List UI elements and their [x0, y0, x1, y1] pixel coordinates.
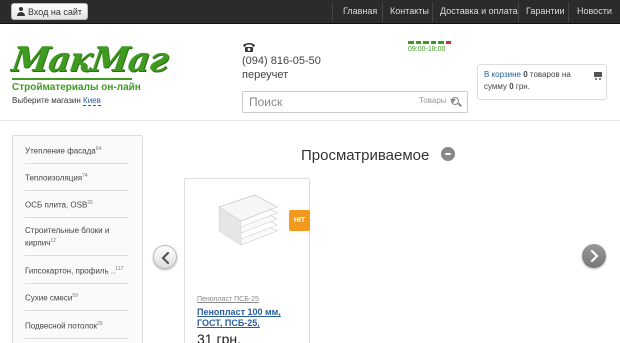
search-input[interactable] — [243, 95, 403, 109]
top-bar: Вход на сайт Главная Контакты Доставка и… — [0, 0, 620, 24]
sidebar-item-label: Гипсокартон, профиль .. — [25, 266, 116, 276]
cart-currency: грн. — [515, 82, 530, 91]
sidebar-item-suspended-ceiling[interactable]: Подвесной потолок29 — [25, 319, 128, 339]
sidebar-item-facade-insulation[interactable]: Утепление фасада64 — [25, 144, 128, 164]
site-logo[interactable]: МакМаг — [9, 40, 170, 80]
sidebar-item-thermal-insulation[interactable]: Теплоизоляция74 — [25, 171, 128, 191]
nav-divider — [332, 2, 333, 22]
product-image[interactable] — [215, 191, 279, 255]
sidebar-item-count: 26 — [87, 200, 93, 206]
nav-link-home[interactable]: Главная — [343, 6, 377, 16]
product-price: 31 грн. — [197, 331, 241, 343]
nav-link-contacts[interactable]: Контакты — [390, 6, 429, 16]
phone-number[interactable]: (094) 816-05-50 — [242, 55, 321, 67]
sidebar-item-count: 59 — [72, 293, 78, 299]
product-name-link[interactable]: Пенопласт 100 мм, ГОСТ, ПСБ-25, — [197, 307, 297, 329]
sidebar-item-count: 12 — [50, 238, 56, 244]
sidebar-item-label: Теплоизоляция — [25, 173, 83, 183]
sidebar-item-label: Утепление фасада — [25, 146, 96, 156]
category-sidebar: Утепление фасада64 Теплоизоляция74 ОСБ п… — [12, 135, 143, 343]
cart-prefix: В корзине — [484, 70, 521, 79]
nav-link-news[interactable]: Новости — [577, 6, 612, 16]
login-button[interactable]: Вход на сайт — [11, 3, 88, 20]
store-label: Выберите магазин — [12, 96, 81, 105]
carousel-next-button[interactable] — [582, 244, 606, 268]
logo-underline — [12, 78, 132, 80]
sidebar-item-count: 117 — [115, 266, 124, 272]
sidebar-item-count: 74 — [82, 173, 88, 179]
sidebar-item-dry-mixes[interactable]: Сухие смеси59 — [25, 291, 128, 311]
sidebar-item-osb[interactable]: ОСБ плита, OSB26 — [25, 198, 128, 218]
product-card[interactable]: HIT Пенопласт ПСБ-25 Пенопласт 100 мм, Г… — [184, 178, 310, 343]
nav-divider — [568, 2, 569, 22]
phone-icon — [243, 43, 255, 52]
nav-divider — [432, 2, 433, 22]
header-divider — [0, 120, 620, 121]
nav-divider — [382, 2, 383, 22]
cart-sum-prefix: сумму — [484, 82, 507, 91]
cart-goods-word: товаров на — [529, 70, 571, 79]
login-label: Вход на сайт — [28, 6, 82, 17]
hit-badge: HIT — [289, 210, 310, 231]
chevron-right-icon — [590, 250, 599, 262]
site-tagline: Стройматериалы он-лайн — [12, 82, 141, 93]
sidebar-item-blocks-bricks[interactable]: Строительные блоки и кирпич12 — [25, 225, 128, 256]
hours-indicator — [408, 41, 451, 44]
chevron-left-icon — [161, 252, 170, 264]
search-bar: Товары — [242, 91, 468, 113]
nav-divider — [518, 2, 519, 22]
working-hours: 09:00-18:00 — [408, 46, 446, 53]
store-selector: Выберите магазин Киев — [12, 96, 101, 106]
collapse-icon[interactable] — [441, 147, 455, 161]
nav-link-delivery[interactable]: Доставка и оплата — [440, 6, 518, 16]
phone-note: переучет — [242, 69, 289, 81]
nav-link-guarantees[interactable]: Гарантии — [526, 6, 565, 16]
carousel-prev-button[interactable] — [153, 245, 177, 269]
cart-sum: 0 — [509, 82, 514, 91]
search-icon[interactable] — [451, 97, 461, 107]
cart-count: 0 — [523, 70, 528, 79]
sidebar-item-count: 64 — [95, 146, 102, 152]
search-category-label: Товары — [419, 96, 447, 105]
sidebar-item-label: Подвесной потолок — [25, 321, 98, 331]
sidebar-item-label: Сухие смеси — [25, 293, 73, 303]
product-category-link[interactable]: Пенопласт ПСБ-25 — [197, 296, 259, 303]
cart-icon — [593, 71, 603, 80]
cart-widget[interactable]: В корзине 0 товаров на сумму 0 грн. — [477, 64, 607, 100]
recently-viewed-title: Просматриваемое — [301, 147, 430, 164]
sidebar-item-label: Строительные блоки и кирпич — [25, 226, 110, 248]
sidebar-item-drywall[interactable]: Гипсокартон, профиль ..117 — [25, 264, 128, 284]
sidebar-item-count: 29 — [97, 321, 103, 327]
sidebar-item-label: ОСБ плита, OSB — [25, 200, 88, 210]
user-icon — [17, 7, 25, 16]
store-city-link[interactable]: Киев — [83, 96, 101, 106]
